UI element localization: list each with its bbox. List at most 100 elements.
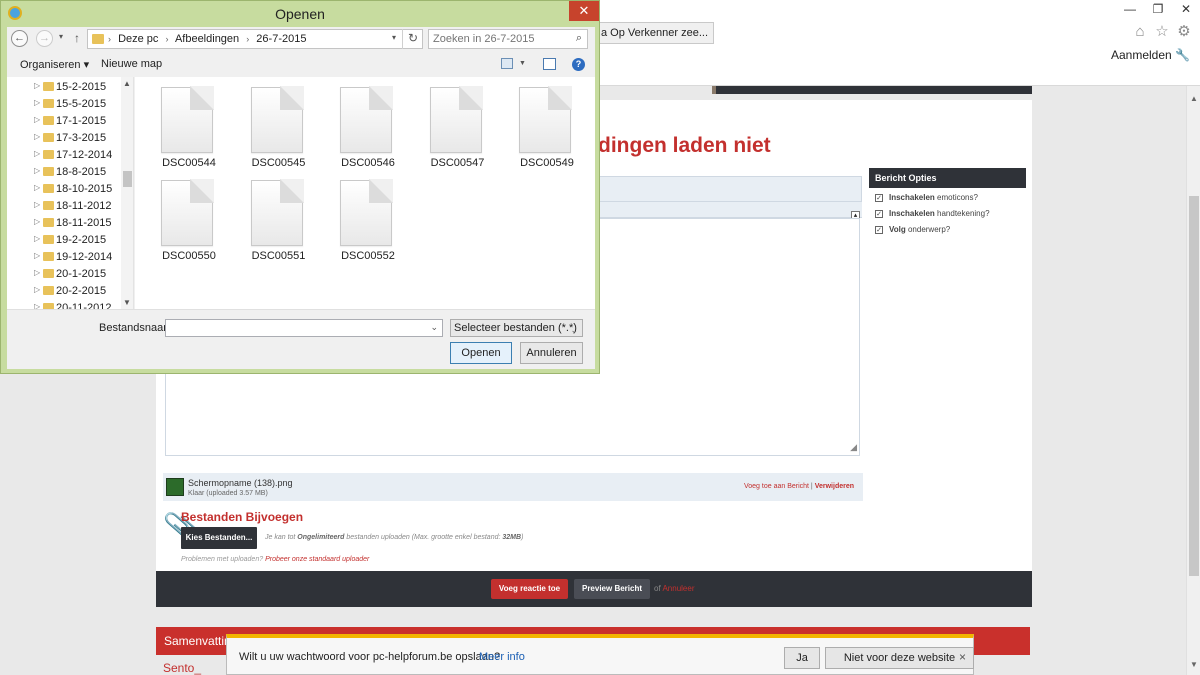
checkbox-signature[interactable]: ✓	[875, 209, 883, 218]
help-icon[interactable]: ?	[572, 58, 585, 71]
expand-arrow-icon[interactable]: ▷	[34, 234, 40, 243]
search-input[interactable]	[433, 32, 563, 46]
tree-folder-item[interactable]: ▷ 20-2-2015	[7, 283, 121, 300]
back-arrow-icon[interactable]: ←	[11, 30, 28, 47]
page-scrollbar[interactable]: ▲ ▼	[1186, 86, 1200, 675]
option-follow[interactable]: ✓ Volg onderwerp?	[869, 220, 1026, 236]
add-reply-button[interactable]: Voeg reactie toe	[491, 579, 568, 599]
home-icon[interactable]: ⌂	[1132, 24, 1148, 40]
forward-arrow-icon[interactable]: →	[36, 30, 53, 47]
filetype-dropdown-icon[interactable]: ⌄	[570, 322, 578, 338]
file-item[interactable]: DSC00551	[231, 172, 311, 262]
add-to-post-link[interactable]: Voeg toe aan Bericht	[744, 483, 809, 490]
file-item[interactable]: DSC00544	[141, 79, 221, 169]
file-item[interactable]: DSC00547	[410, 79, 490, 169]
address-bar[interactable]: › Deze pc › Afbeeldingen › 26-7-2015 ▾	[87, 29, 423, 49]
expand-arrow-icon[interactable]: ▷	[34, 200, 40, 209]
file-item[interactable]: DSC00552	[320, 172, 400, 262]
tree-folder-item[interactable]: ▷ 18-11-2015	[7, 215, 121, 232]
expand-arrow-icon[interactable]: ▷	[34, 81, 40, 90]
tree-folder-item[interactable]: ▷ 18-11-2012	[7, 198, 121, 215]
tree-folder-item[interactable]: ▷ 18-8-2015	[7, 164, 121, 181]
file-item[interactable]: DSC00545	[231, 79, 311, 169]
expand-arrow-icon[interactable]: ▷	[34, 132, 40, 141]
remove-attachment-link[interactable]: Verwijderen	[815, 483, 854, 490]
settings-gear-icon[interactable]: ⚙	[1176, 24, 1192, 40]
refresh-icon[interactable]: ↻	[402, 29, 423, 49]
standard-uploader-link[interactable]: Probeer onze standaard uploader	[265, 556, 369, 563]
minimize-icon[interactable]: —	[1116, 0, 1144, 18]
tree-folder-item[interactable]: ▷ 19-2-2015	[7, 232, 121, 249]
new-folder-button[interactable]: Nieuwe map	[101, 58, 162, 70]
expand-arrow-icon[interactable]: ▷	[34, 98, 40, 107]
checkbox-follow[interactable]: ✓	[875, 225, 883, 234]
recent-dropdown-icon[interactable]: ▾	[59, 32, 63, 41]
breadcrumb-item[interactable]: Afbeeldingen	[175, 33, 239, 45]
scroll-down-icon[interactable]: ▼	[123, 298, 131, 307]
tree-folder-item[interactable]: ▷ 17-1-2015	[7, 113, 121, 130]
scroll-down-icon[interactable]: ▼	[1187, 660, 1200, 669]
not-for-this-site-button[interactable]: Niet voor deze website	[825, 647, 974, 669]
tree-scrollbar[interactable]: ▲ ▼	[121, 77, 133, 309]
search-field[interactable]: ⌕	[428, 29, 588, 49]
file-item[interactable]: DSC00549	[499, 79, 579, 169]
favorites-star-icon[interactable]: ☆	[1154, 24, 1170, 40]
tree-folder-item[interactable]: ▷ 15-5-2015	[7, 96, 121, 113]
tree-folder-item[interactable]: ▷ 20-11-2012	[7, 300, 121, 309]
tree-folder-item[interactable]: ▷ 20-1-2015	[7, 266, 121, 283]
scrollbar-thumb[interactable]	[123, 171, 132, 187]
open-button[interactable]: Openen	[450, 342, 512, 364]
attachment-row: Schermopname (138).png Klaar (uploaded 3…	[163, 473, 863, 501]
preview-pane-icon[interactable]	[543, 58, 556, 70]
checkbox-emoticons[interactable]: ✓	[875, 193, 883, 202]
cancel-link[interactable]: Annuleer	[662, 584, 694, 593]
file-item[interactable]: DSC00550	[141, 172, 221, 262]
signin-link[interactable]: Aanmelden 🔧	[1111, 48, 1190, 62]
tree-folder-item[interactable]: ▷ 15-2-2015	[7, 79, 121, 96]
option-emoticons[interactable]: ✓ Inschakelen emoticons?	[869, 188, 1026, 204]
expand-arrow-icon[interactable]: ▷	[34, 268, 40, 277]
preview-button[interactable]: Preview Bericht	[574, 579, 650, 599]
cancel-button[interactable]: Annuleren	[520, 342, 583, 364]
tree-folder-item[interactable]: ▷ 17-3-2015	[7, 130, 121, 147]
up-arrow-icon[interactable]: ↑	[74, 31, 80, 45]
close-icon[interactable]: ×	[959, 650, 966, 664]
close-icon[interactable]: ✕	[1172, 0, 1200, 18]
expand-arrow-icon[interactable]: ▷	[34, 166, 40, 175]
breadcrumb-item[interactable]: Deze pc	[118, 33, 158, 45]
resize-grip-icon[interactable]: ◢	[850, 442, 857, 453]
expand-arrow-icon[interactable]: ▷	[34, 183, 40, 192]
filetype-select[interactable]: Selecteer bestanden (*.*) ⌄	[450, 319, 583, 337]
folder-icon	[43, 269, 54, 278]
view-options-icon[interactable]	[501, 58, 513, 69]
option-signature[interactable]: ✓ Inschakelen handtekening?	[869, 204, 1026, 220]
dialog-titlebar[interactable]: Openen ✕	[1, 1, 599, 27]
tree-folder-item[interactable]: ▷ 19-12-2014	[7, 249, 121, 266]
tree-folder-item[interactable]: ▷ 17-12-2014	[7, 147, 121, 164]
restore-icon[interactable]: ❐	[1144, 0, 1172, 18]
expand-arrow-icon[interactable]: ▷	[34, 217, 40, 226]
breadcrumb-item[interactable]: 26-7-2015	[256, 33, 306, 45]
dialog-close-icon[interactable]: ✕	[569, 1, 599, 21]
tree-folder-item[interactable]: ▷ 18-10-2015	[7, 181, 121, 198]
yes-button[interactable]: Ja	[784, 647, 820, 669]
organize-button[interactable]: Organiseren ▾	[20, 58, 89, 71]
filename-dropdown-icon[interactable]: ⌄	[430, 322, 438, 333]
summary-username[interactable]: Sento_	[163, 661, 201, 675]
choose-files-button[interactable]: Kies Bestanden...	[181, 527, 257, 549]
expand-arrow-icon[interactable]: ▷	[34, 302, 40, 309]
more-info-link[interactable]: Meer info	[479, 651, 525, 663]
scroll-up-icon[interactable]: ▲	[123, 79, 131, 88]
filename-input[interactable]: ⌄	[165, 319, 443, 337]
expand-arrow-icon[interactable]: ▷	[34, 285, 40, 294]
search-icon[interactable]: ⌕	[576, 32, 582, 45]
expand-arrow-icon[interactable]: ▷	[34, 115, 40, 124]
browser-tab[interactable]: a Op Verkenner zee...	[596, 22, 714, 44]
expand-arrow-icon[interactable]: ▷	[34, 149, 40, 158]
address-dropdown-icon[interactable]: ▾	[392, 33, 396, 42]
scrollbar-thumb[interactable]	[1189, 196, 1199, 576]
expand-arrow-icon[interactable]: ▷	[34, 251, 40, 260]
scroll-up-icon[interactable]: ▲	[1187, 94, 1200, 103]
file-item[interactable]: DSC00546	[320, 79, 400, 169]
view-dropdown-icon[interactable]: ▼	[519, 60, 526, 67]
